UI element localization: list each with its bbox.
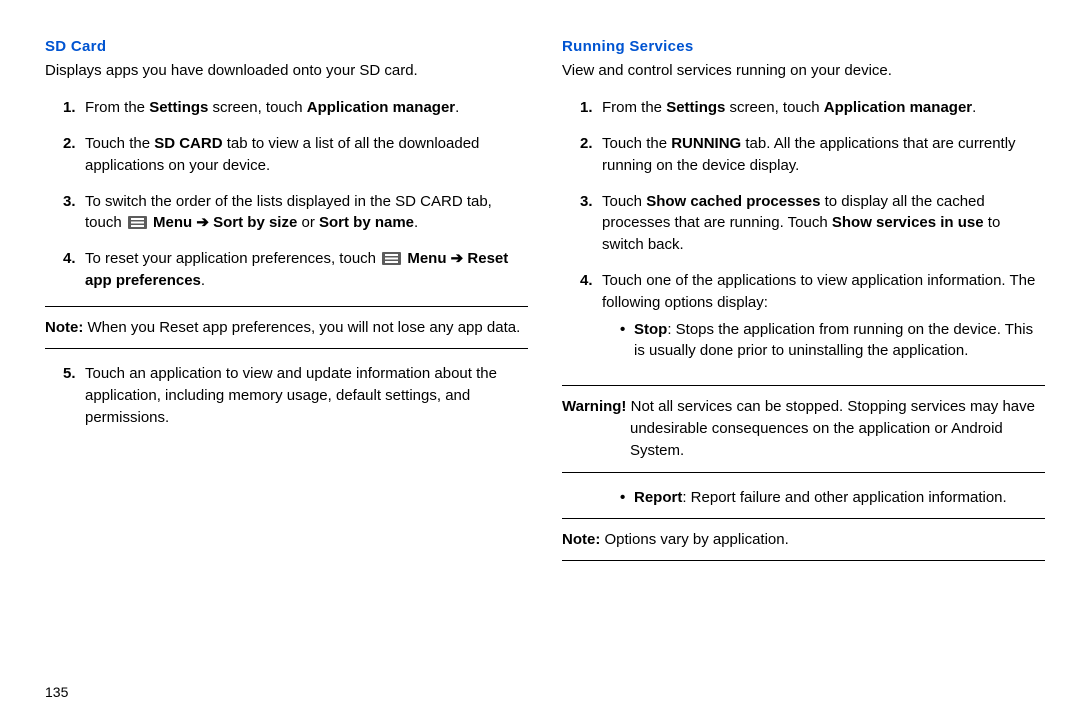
menu-icon bbox=[128, 216, 147, 229]
step-2: 2. Touch the SD CARD tab to view a list … bbox=[63, 133, 528, 177]
options-list-cont: • Report: Report failure and other appli… bbox=[620, 487, 1045, 508]
step-number: 5. bbox=[63, 363, 85, 428]
warning-text: Warning! Not all services can be stopped… bbox=[562, 396, 1045, 461]
sd-card-heading: SD Card bbox=[45, 38, 528, 55]
step-2: 2. Touch the RUNNING tab. All the applic… bbox=[580, 133, 1045, 177]
step-number: 1. bbox=[580, 97, 602, 119]
bullet-icon: • bbox=[620, 319, 634, 361]
step-3: 3. Touch Show cached processes to displa… bbox=[580, 191, 1045, 256]
running-services-intro: View and control services running on you… bbox=[562, 61, 1045, 81]
page-number: 135 bbox=[45, 684, 68, 700]
step-body: Touch an application to view and update … bbox=[85, 363, 528, 428]
step-body: From the Settings screen, touch Applicat… bbox=[602, 97, 1045, 119]
step-1: 1. From the Settings screen, touch Appli… bbox=[580, 97, 1045, 119]
step-body: To reset your application preferences, t… bbox=[85, 248, 528, 292]
note-block: Note: Options vary by application. bbox=[562, 518, 1045, 562]
step-number: 4. bbox=[580, 270, 602, 372]
sd-card-steps: 1. From the Settings screen, touch Appli… bbox=[63, 97, 528, 291]
left-column: SD Card Displays apps you have downloade… bbox=[45, 38, 528, 700]
running-services-heading: Running Services bbox=[562, 38, 1045, 55]
right-column: Running Services View and control servic… bbox=[562, 38, 1045, 700]
list-item: • Stop: Stops the application from runni… bbox=[620, 319, 1045, 361]
warning-block: Warning! Not all services can be stopped… bbox=[562, 385, 1045, 472]
step-body: From the Settings screen, touch Applicat… bbox=[85, 97, 528, 119]
step-number: 2. bbox=[580, 133, 602, 177]
note-block: Note: When you Reset app preferences, yo… bbox=[45, 306, 528, 350]
step-number: 4. bbox=[63, 248, 85, 292]
step-body: Touch the SD CARD tab to view a list of … bbox=[85, 133, 528, 177]
step-body: To switch the order of the lists display… bbox=[85, 191, 528, 235]
sd-card-intro: Displays apps you have downloaded onto y… bbox=[45, 61, 528, 81]
step-4: 4. Touch one of the applications to view… bbox=[580, 270, 1045, 372]
step-number: 3. bbox=[63, 191, 85, 235]
sd-card-steps-cont: 5. Touch an application to view and upda… bbox=[63, 363, 528, 428]
menu-icon bbox=[382, 252, 401, 265]
bullet-body: Report: Report failure and other applica… bbox=[634, 487, 1007, 508]
step-5: 5. Touch an application to view and upda… bbox=[63, 363, 528, 428]
step-1: 1. From the Settings screen, touch Appli… bbox=[63, 97, 528, 119]
step-number: 1. bbox=[63, 97, 85, 119]
bullet-body: Stop: Stops the application from running… bbox=[634, 319, 1045, 361]
step-4: 4. To reset your application preferences… bbox=[63, 248, 528, 292]
manual-page: SD Card Displays apps you have downloade… bbox=[0, 0, 1080, 720]
note-text: Note: When you Reset app preferences, yo… bbox=[45, 317, 528, 339]
step-number: 2. bbox=[63, 133, 85, 177]
step-body: Touch the RUNNING tab. All the applicati… bbox=[602, 133, 1045, 177]
options-list: • Stop: Stops the application from runni… bbox=[620, 319, 1045, 361]
step-body: Touch Show cached processes to display a… bbox=[602, 191, 1045, 256]
bullet-icon: • bbox=[620, 487, 634, 508]
list-item: • Report: Report failure and other appli… bbox=[620, 487, 1045, 508]
step-number: 3. bbox=[580, 191, 602, 256]
step-body: Touch one of the applications to view ap… bbox=[602, 270, 1045, 372]
note-text: Note: Options vary by application. bbox=[562, 529, 1045, 551]
running-services-steps: 1. From the Settings screen, touch Appli… bbox=[580, 97, 1045, 371]
step-3: 3. To switch the order of the lists disp… bbox=[63, 191, 528, 235]
